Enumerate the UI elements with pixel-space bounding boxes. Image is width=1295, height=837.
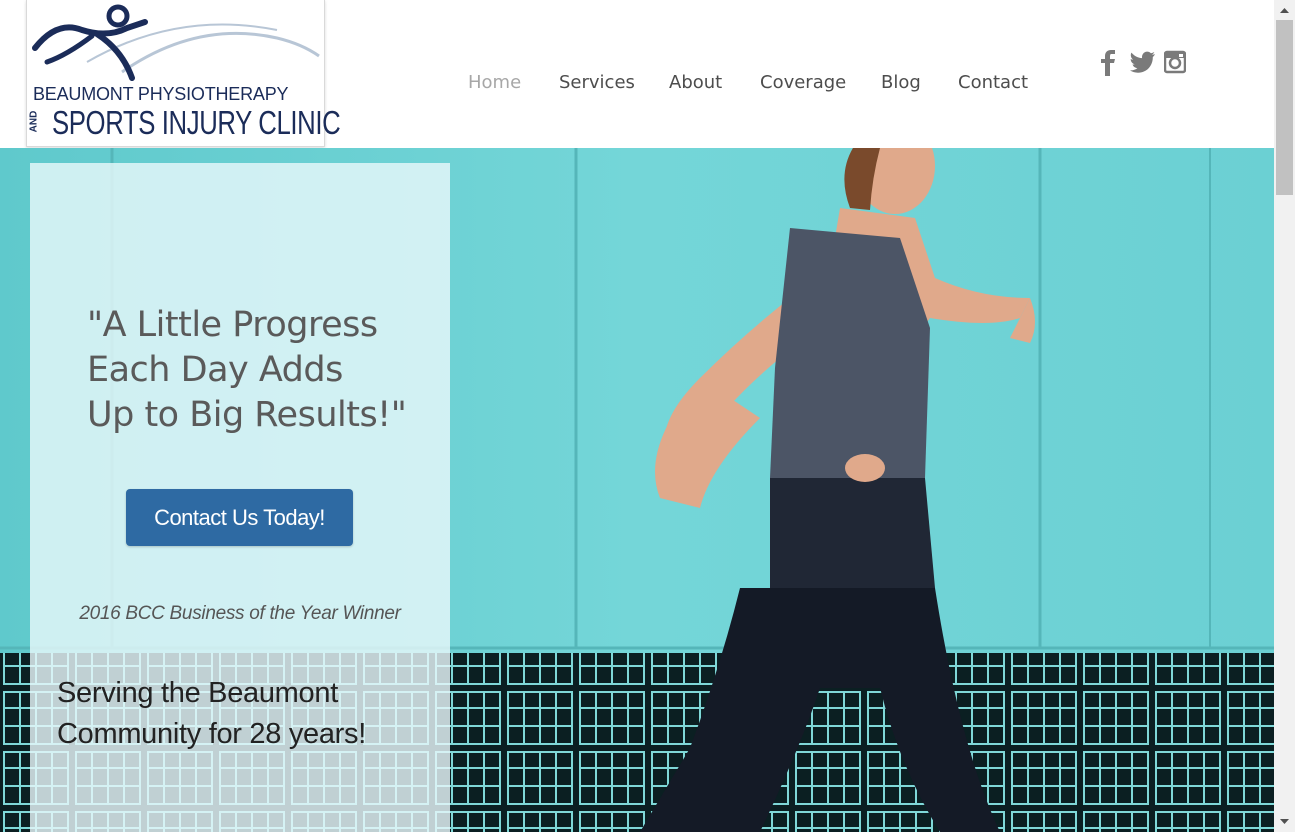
logo-text-bottom: SPORTS INJURY CLINIC	[52, 104, 341, 141]
scroll-up-arrow-icon[interactable]	[1274, 0, 1295, 20]
serving-line: Community for 28 years!	[57, 718, 366, 750]
award-text: 2016 BCC Business of the Year Winner	[79, 603, 401, 624]
quote-line: Each Day Adds	[87, 350, 343, 390]
nav-home[interactable]: Home	[468, 72, 521, 93]
hero-section: "A Little Progress Each Day Adds Up to B…	[0, 148, 1274, 832]
serving-text: Serving the Beaumont Community for 28 ye…	[57, 673, 437, 755]
instagram-icon[interactable]	[1163, 50, 1187, 79]
logo-text-and: AND	[28, 110, 40, 133]
nav-about[interactable]: About	[669, 72, 722, 93]
contact-us-button[interactable]: Contact Us Today!	[126, 489, 353, 546]
clinic-logo[interactable]: BEAUMONT PHYSIOTHERAPY AND SPORTS INJURY…	[26, 0, 341, 147]
runner-logo-icon	[32, 4, 320, 81]
serving-line: Serving the Beaumont	[57, 677, 338, 709]
facebook-icon[interactable]	[1098, 50, 1118, 81]
vertical-scrollbar[interactable]	[1274, 0, 1295, 832]
site-header: BEAUMONT PHYSIOTHERAPY AND SPORTS INJURY…	[0, 0, 1274, 148]
nav-coverage[interactable]: Coverage	[760, 72, 846, 93]
quote-line: Up to Big Results!"	[87, 395, 407, 435]
nav-contact[interactable]: Contact	[958, 72, 1028, 93]
quote-line: "A Little Progress	[87, 305, 378, 345]
twitter-icon[interactable]	[1130, 50, 1156, 79]
hero-text-panel: "A Little Progress Each Day Adds Up to B…	[30, 163, 450, 832]
nav-services[interactable]: Services	[559, 72, 635, 93]
logo-text-top: BEAUMONT PHYSIOTHERAPY	[33, 84, 289, 104]
nav-blog[interactable]: Blog	[881, 72, 921, 93]
scroll-down-arrow-icon[interactable]	[1274, 812, 1295, 832]
hero-quote: "A Little Progress Each Day Adds Up to B…	[87, 303, 427, 438]
scrollbar-thumb[interactable]	[1276, 20, 1293, 195]
